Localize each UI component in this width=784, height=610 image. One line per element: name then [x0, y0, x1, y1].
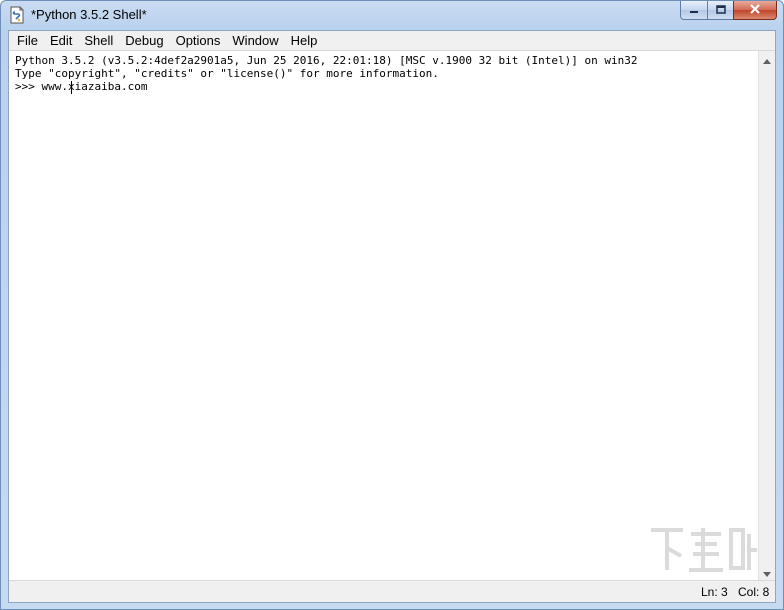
idle-shell-window: *Python 3.5.2 Shell* File Edit Shell Deb… — [0, 0, 784, 610]
maximize-button[interactable] — [707, 1, 733, 20]
shell-prompt-line[interactable]: >>> www.xiazaiba.com — [15, 80, 147, 93]
shell-info-line: Type "copyright", "credits" or "license(… — [15, 67, 439, 80]
window-title: *Python 3.5.2 Shell* — [31, 7, 147, 22]
menu-help[interactable]: Help — [285, 31, 324, 51]
status-column-number: Col: 8 — [738, 585, 770, 599]
arrow-up-icon — [763, 51, 771, 69]
shell-text-area[interactable]: Python 3.5.2 (v3.5.2:4def2a2901a5, Jun 2… — [9, 51, 758, 581]
title-bar[interactable]: *Python 3.5.2 Shell* — [1, 1, 783, 30]
minimize-button[interactable] — [680, 1, 707, 20]
maximize-icon — [715, 1, 726, 19]
python-idle-icon[interactable] — [9, 6, 25, 24]
window-controls — [680, 1, 777, 21]
menu-edit[interactable]: Edit — [44, 31, 78, 51]
menu-shell[interactable]: Shell — [78, 31, 119, 51]
menu-file[interactable]: File — [11, 31, 44, 51]
menu-options[interactable]: Options — [170, 31, 227, 51]
minimize-icon — [689, 1, 699, 19]
scroll-up-button[interactable] — [759, 51, 775, 68]
text-cursor — [71, 81, 72, 94]
shell-banner-line: Python 3.5.2 (v3.5.2:4def2a2901a5, Jun 2… — [15, 54, 638, 67]
status-line-number: Ln: 3 — [701, 585, 728, 599]
vertical-scrollbar[interactable] — [758, 51, 775, 581]
close-icon — [749, 1, 761, 19]
menu-bar: File Edit Shell Debug Options Window Hel… — [9, 31, 775, 51]
client-area: File Edit Shell Debug Options Window Hel… — [8, 30, 776, 603]
menu-window[interactable]: Window — [226, 31, 284, 51]
status-bar: Ln: 3 Col: 8 — [9, 580, 775, 602]
watermark-logo — [643, 520, 763, 578]
arrow-down-icon — [763, 564, 771, 582]
close-button[interactable] — [733, 1, 777, 20]
menu-debug[interactable]: Debug — [119, 31, 169, 51]
